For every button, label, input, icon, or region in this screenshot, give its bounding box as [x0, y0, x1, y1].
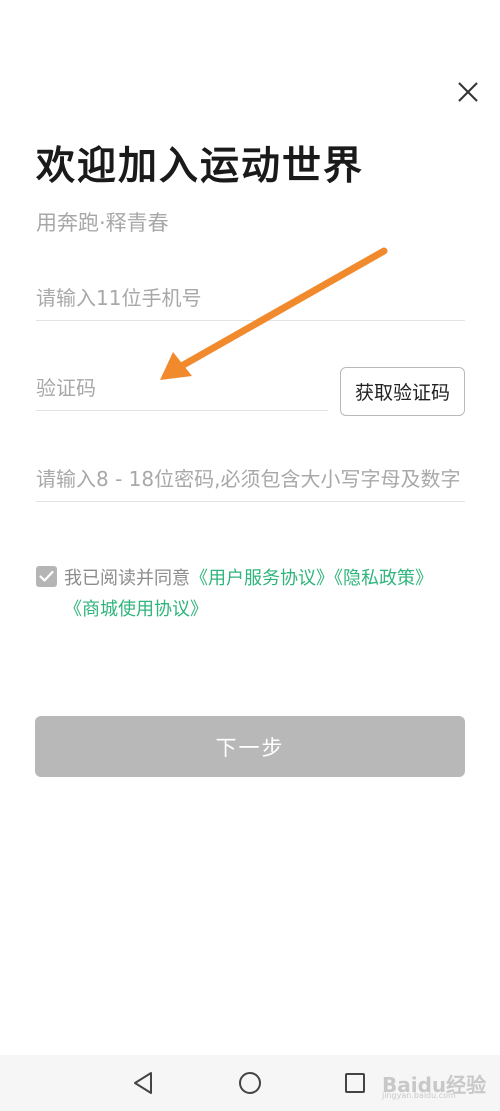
watermark-subtext: jingyan.baidu.com	[382, 1091, 456, 1100]
mall-usage-agreement-link[interactable]: 《商城使用协议》	[64, 599, 208, 620]
watermark: Baidu经验 jingyan.baidu.com	[380, 1063, 495, 1103]
nav-back-button[interactable]	[130, 1069, 158, 1097]
register-screen: 欢迎加入运动世界 用奔跑·释青春 获取验证码 我已阅读并同意《用户服务协议》《隐…	[0, 0, 500, 1111]
page-title: 欢迎加入运动世界	[36, 143, 365, 189]
phone-field	[36, 276, 465, 321]
privacy-policy-link[interactable]: 《隐私政策》	[334, 568, 433, 589]
nav-recent-button[interactable]	[341, 1069, 369, 1097]
get-code-button[interactable]: 获取验证码	[340, 367, 465, 416]
verification-code-field	[36, 366, 328, 411]
checkmark-icon	[39, 570, 54, 582]
password-field	[36, 457, 465, 502]
verification-code-input[interactable]	[36, 366, 328, 410]
close-button[interactable]	[452, 76, 484, 108]
circle-home-icon	[239, 1072, 261, 1094]
square-recent-icon	[345, 1073, 365, 1093]
agreement-prefix: 我已阅读并同意	[64, 568, 190, 589]
phone-input[interactable]	[36, 276, 465, 320]
password-input[interactable]	[36, 457, 465, 501]
nav-home-button[interactable]	[236, 1069, 264, 1097]
close-icon	[458, 82, 478, 102]
agreement-checkbox[interactable]	[36, 566, 57, 587]
triangle-back-icon	[134, 1072, 152, 1094]
agreement-text: 我已阅读并同意《用户服务协议》《隐私政策》《商城使用协议》	[64, 563, 464, 625]
next-step-button[interactable]: 下一步	[35, 716, 465, 777]
user-service-agreement-link[interactable]: 《用户服务协议》	[190, 568, 334, 589]
page-subtitle: 用奔跑·释青春	[36, 211, 169, 235]
